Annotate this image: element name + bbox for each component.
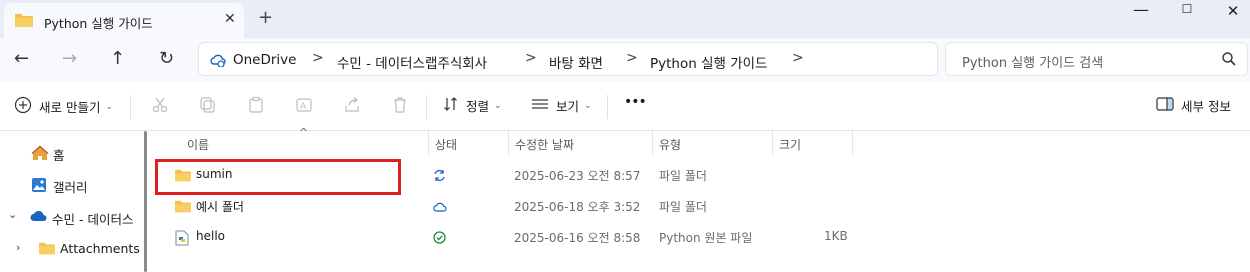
highlight-box	[155, 159, 401, 195]
onedrive-cloud-icon	[30, 210, 48, 225]
copy-icon[interactable]	[199, 96, 217, 114]
toolbar-divider	[130, 95, 131, 119]
chevron-right-icon[interactable]: >	[626, 50, 638, 66]
folder-icon	[38, 241, 56, 259]
details-pane-button[interactable]: 세부 정보	[1156, 96, 1231, 115]
sidebar-item-label: Attachments	[60, 241, 140, 256]
column-divider[interactable]	[772, 131, 773, 156]
sort-icon	[443, 96, 459, 115]
sidebar-item-label: 갤러리	[53, 180, 88, 195]
maximize-button[interactable]: ☐	[1164, 2, 1210, 22]
chevron-right-icon[interactable]: >	[312, 50, 324, 66]
refresh-button[interactable]: ↻	[159, 48, 174, 69]
file-name[interactable]: hello	[196, 229, 225, 243]
folder-icon	[174, 199, 192, 217]
table-row[interactable]: 예시 폴더 2025-06-18 오후 3:52 파일 폴더	[152, 191, 1250, 222]
minimize-button[interactable]: —	[1118, 0, 1164, 20]
column-divider[interactable]	[852, 131, 853, 156]
up-button[interactable]: ↑	[110, 48, 125, 69]
file-list: ^ 이름 상태 수정한 날짜 유형 크기 sumin 2025-06-23 오전…	[152, 126, 1250, 272]
column-header-size[interactable]: 크기	[779, 136, 801, 153]
chevron-right-icon: ›	[16, 241, 21, 254]
chevron-down-icon: ⌄	[494, 100, 502, 111]
address-row: ← → ↑ ↻ OneDrive > 수민 - 데이터스랩주식회사 > 바탕 화…	[0, 38, 1250, 82]
sort-ascending-icon: ^	[299, 126, 309, 139]
sidebar-item-label: 수민 - 데이터스	[52, 212, 134, 227]
check-circle-icon	[433, 231, 446, 247]
file-name[interactable]: 예시 폴더	[196, 198, 244, 215]
tab-title: Python 실행 가이드	[44, 16, 153, 31]
file-type: 파일 폴더	[659, 169, 707, 183]
tab-python-guide[interactable]: Python 실행 가이드 ✕	[4, 3, 244, 38]
column-divider[interactable]	[508, 131, 509, 156]
navigation-pane: 홈 갤러리 ⌄ 수민 - 데이터스 › Attachments	[0, 131, 146, 272]
search-icon[interactable]	[1221, 51, 1237, 70]
close-window-button[interactable]: ✕	[1210, 2, 1250, 22]
chevron-right-icon[interactable]: >	[525, 50, 537, 66]
breadcrumb-desktop[interactable]: 바탕 화면	[549, 52, 603, 72]
chevron-down-icon: ⌄	[105, 101, 114, 112]
sort-label: 정렬	[466, 99, 490, 114]
title-bar: Python 실행 가이드 ✕ + — ☐ ✕	[0, 0, 1250, 38]
breadcrumb-onedrive[interactable]: OneDrive	[233, 52, 296, 68]
chevron-right-icon[interactable]: >	[792, 50, 804, 66]
column-header-type[interactable]: 유형	[659, 136, 681, 153]
cut-icon[interactable]	[151, 96, 169, 114]
python-file-icon	[175, 230, 189, 249]
onedrive-icon	[210, 53, 226, 70]
rename-icon[interactable]: A	[295, 96, 313, 114]
column-divider[interactable]	[652, 131, 653, 156]
home-icon	[31, 145, 49, 164]
back-button[interactable]: ←	[14, 48, 29, 69]
column-header-modified[interactable]: 수정한 날짜	[515, 136, 574, 153]
delete-icon[interactable]	[391, 96, 409, 114]
cloud-icon	[433, 201, 447, 215]
column-header-name[interactable]: 이름	[187, 136, 209, 153]
toolbar-divider	[426, 95, 427, 119]
file-size: 1KB	[824, 229, 848, 243]
search-box[interactable]: Python 실행 가이드 검색	[945, 42, 1248, 76]
address-bar[interactable]: OneDrive > 수민 - 데이터스랩주식회사 > 바탕 화면 > Pyth…	[198, 42, 938, 76]
paste-icon[interactable]	[247, 96, 265, 114]
folder-icon	[14, 12, 34, 32]
toolbar-divider	[607, 95, 608, 119]
sync-icon	[433, 169, 446, 185]
file-modified: 2025-06-18 오후 3:52	[514, 200, 641, 214]
sort-button[interactable]: 정렬 ⌄	[443, 96, 502, 115]
navigation-scrollbar[interactable]	[144, 131, 147, 272]
plus-circle-icon	[14, 96, 32, 117]
search-input[interactable]: Python 실행 가이드 검색	[962, 52, 1103, 71]
details-pane-icon	[1156, 97, 1174, 114]
file-type: Python 원본 파일	[659, 231, 753, 245]
view-label: 보기	[556, 99, 580, 114]
new-label: 새로 만들기	[39, 100, 101, 115]
more-options-button[interactable]: •••	[624, 94, 647, 110]
gallery-icon	[31, 177, 47, 196]
breadcrumb-sumin[interactable]: 수민 - 데이터스랩주식회사	[337, 52, 487, 72]
column-divider[interactable]	[428, 131, 429, 156]
file-modified: 2025-06-16 오전 8:58	[514, 231, 641, 245]
details-label: 세부 정보	[1181, 99, 1231, 114]
file-modified: 2025-06-23 오전 8:57	[514, 169, 641, 183]
new-tab-button[interactable]: +	[258, 7, 273, 28]
breadcrumb-python-guide[interactable]: Python 실행 가이드	[650, 52, 767, 72]
chevron-down-icon: ⌄	[8, 208, 18, 221]
new-button[interactable]: 새로 만들기 ⌄	[14, 96, 113, 117]
column-header-status[interactable]: 상태	[435, 136, 457, 153]
sidebar-item-label: 홈	[53, 148, 65, 163]
table-row[interactable]: hello 2025-06-16 오전 8:58 Python 원본 파일 1K…	[152, 222, 1250, 253]
share-icon[interactable]	[343, 96, 361, 114]
command-bar: 새로 만들기 ⌄ A 정렬 ⌄ 보기 ⌄ ••• 세부 정보	[0, 82, 1250, 131]
view-list-icon	[531, 97, 549, 114]
svg-text:A: A	[300, 102, 307, 112]
view-button[interactable]: 보기 ⌄	[531, 96, 592, 115]
file-type: 파일 폴더	[659, 200, 707, 214]
chevron-down-icon: ⌄	[584, 100, 592, 111]
tab-close-icon[interactable]: ✕	[224, 11, 236, 27]
forward-button[interactable]: →	[62, 48, 77, 69]
